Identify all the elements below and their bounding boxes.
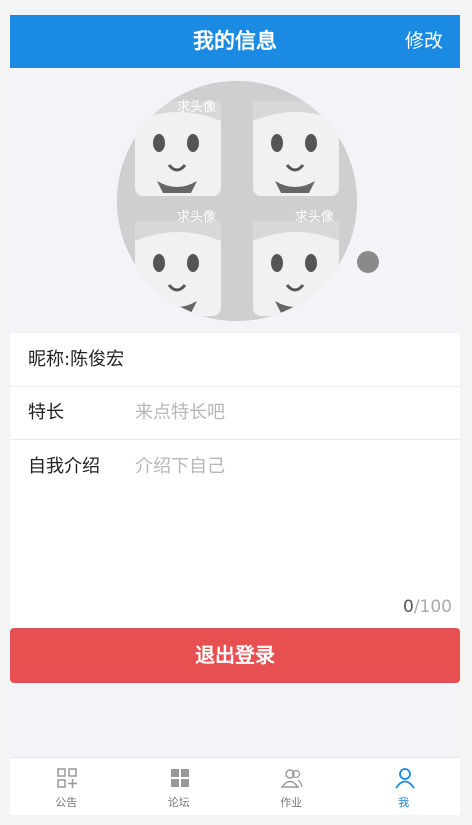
avatar-section: 求头像 求头像 求头像 [10,68,460,333]
logout-button[interactable]: 退出登录 [10,628,460,683]
me-icon [394,768,415,789]
tab-label: 作业 [280,796,303,809]
nickname-label: 昵称: [28,349,71,370]
forum-icon [170,769,189,787]
intro-textarea[interactable]: 介绍下自己 [135,453,225,481]
cartoon-face [253,221,339,316]
nickname-row: 昵称:陈俊宏 [10,333,460,387]
tab-label: 公告 [55,796,78,809]
avatar-watermark: 求头像 [295,210,334,225]
avatar-watermark: 求头像 [177,210,216,225]
nickname-value: 陈俊宏 [70,349,125,370]
page-title: 我的信息 [193,29,277,53]
tab-forum[interactable]: 论坛 [123,758,236,815]
tab-label: 论坛 [167,796,190,809]
app-screen: 我的信息 修改 求头像 求头像 求头像 昵称:陈俊宏 特长 来点特长吧 自我介绍… [10,15,460,815]
tab-me[interactable]: 我 [348,758,461,815]
cartoon-face [253,101,339,196]
cartoon-face [135,221,221,316]
top-bar: 我的信息 修改 [10,15,460,68]
char-count: 0 [402,597,414,617]
profile-form: 昵称:陈俊宏 特长 来点特长吧 自我介绍 介绍下自己 0/100 [10,333,460,628]
specialty-input[interactable]: 来点特长吧 [135,386,225,439]
char-max: /100 [413,597,452,617]
specialty-label: 特长 [28,402,64,423]
avatar-watermark: 求头像 [177,100,216,115]
tab-homework[interactable]: 作业 [235,758,348,815]
avatar-badge [357,251,379,273]
homework-icon [281,769,303,788]
cartoon-face [135,101,221,196]
tab-label: 我 [398,796,410,809]
notice-icon [57,768,77,788]
intro-row[interactable]: 自我介绍 介绍下自己 0/100 [10,439,460,628]
avatar-image: 求头像 求头像 求头像 [117,81,357,321]
specialty-row[interactable]: 特长 来点特长吧 [10,386,460,440]
avatar[interactable]: 求头像 求头像 求头像 [117,81,357,321]
edit-button[interactable]: 修改 [405,15,443,68]
bottom-tab-bar: 公告 论坛 作业 我 [10,757,460,815]
tab-notice[interactable]: 公告 [10,758,123,815]
intro-label: 自我介绍 [28,456,100,477]
char-counter: 0/100 [403,597,452,617]
